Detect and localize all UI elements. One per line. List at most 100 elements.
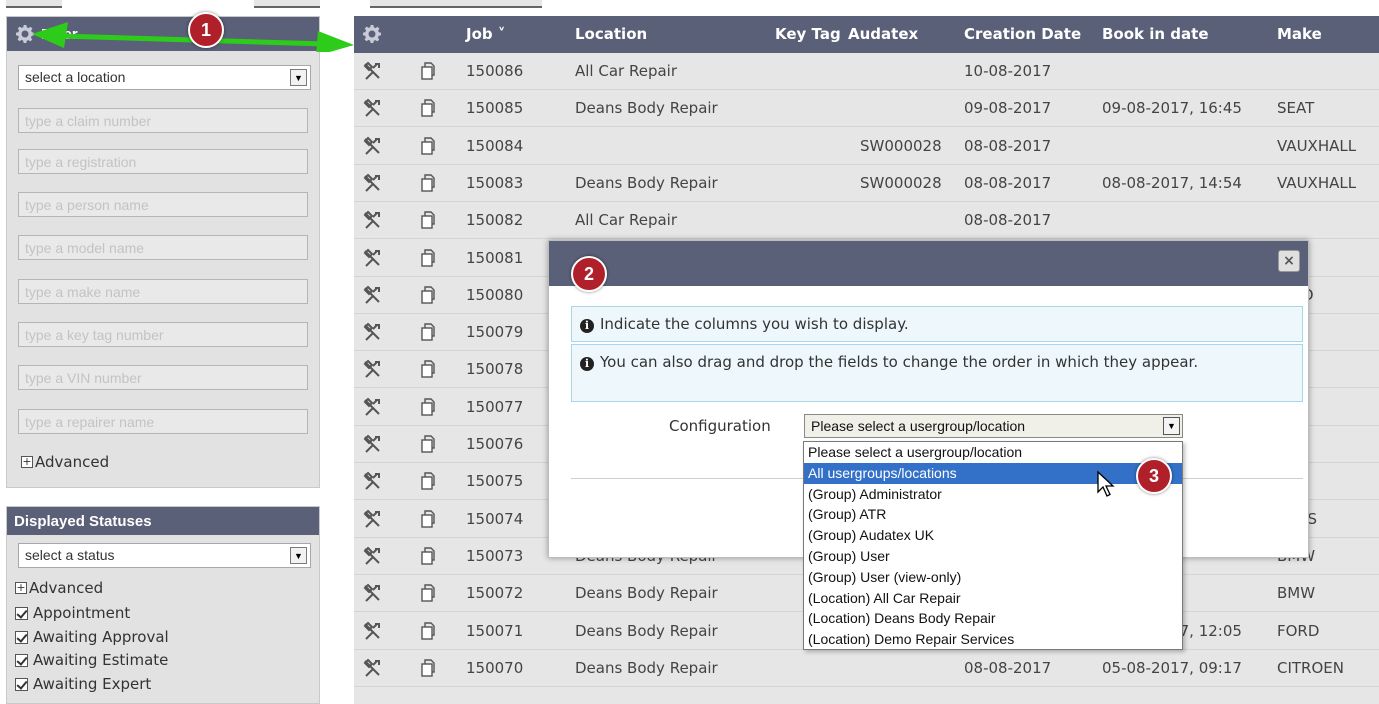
tools-icon[interactable] <box>362 509 382 529</box>
table-row[interactable]: 150085 Deans Body Repair 09-08-2017 09-08-2… <box>354 90 1379 128</box>
copy-icon[interactable] <box>418 322 436 342</box>
chevron-down-icon[interactable]: ▼ <box>1163 417 1180 435</box>
cell-job[interactable]: 150078 <box>466 360 523 378</box>
tools-icon[interactable] <box>362 248 382 268</box>
dropdown-option[interactable]: (Group) User (view-only) <box>804 567 1182 588</box>
status-select[interactable]: select a status ▼ <box>18 543 311 568</box>
cell-job[interactable]: 150075 <box>466 472 523 490</box>
tools-icon[interactable] <box>362 583 382 603</box>
person-name-input[interactable]: type a person name <box>18 192 308 217</box>
copy-icon[interactable] <box>418 397 436 417</box>
column-creation-date[interactable]: Creation Date <box>964 25 1081 43</box>
copy-icon[interactable] <box>418 136 436 156</box>
tools-icon[interactable] <box>362 658 382 678</box>
checkbox[interactable] <box>15 653 28 667</box>
tab-stub[interactable] <box>254 0 320 8</box>
tools-icon[interactable] <box>362 546 382 566</box>
cell-job[interactable]: 150083 <box>466 174 523 192</box>
tools-icon[interactable] <box>362 397 382 417</box>
table-row[interactable]: 150082 All Car Repair 08-08-2017 <box>354 202 1379 240</box>
tools-icon[interactable] <box>362 359 382 379</box>
model-name-input[interactable]: type a model name <box>18 235 308 260</box>
dropdown-option[interactable]: All usergroups/locations <box>804 462 1182 484</box>
close-button[interactable]: × <box>1278 250 1300 272</box>
tab-stub[interactable] <box>6 0 62 8</box>
vin-number-input[interactable]: type a VIN number <box>18 365 308 390</box>
table-row[interactable]: 150084 SW000028 08-08-2017 VAUXHALL <box>354 127 1379 165</box>
dropdown-option[interactable]: (Group) Audatex UK <box>804 525 1182 546</box>
copy-icon[interactable] <box>418 248 436 268</box>
key-tag-input[interactable]: type a key tag number <box>18 322 308 347</box>
cell-job[interactable]: 150071 <box>466 622 523 640</box>
chevron-down-icon[interactable]: ▼ <box>290 69 307 86</box>
cell-job[interactable]: 150077 <box>466 398 523 416</box>
copy-icon[interactable] <box>418 583 436 603</box>
cell-job[interactable]: 150073 <box>466 547 523 565</box>
tab-stub[interactable] <box>370 0 542 8</box>
cell-job[interactable]: 150085 <box>466 99 523 117</box>
tools-icon[interactable] <box>362 434 382 454</box>
cell-job[interactable]: 150084 <box>466 137 523 155</box>
tools-icon[interactable] <box>362 621 382 641</box>
column-book-in-date[interactable]: Book in date <box>1102 25 1209 43</box>
table-row[interactable]: 150070 Deans Body Repair 08-08-2017 05-08-2… <box>354 649 1379 687</box>
tools-icon[interactable] <box>362 61 382 81</box>
column-location[interactable]: Location <box>575 25 647 43</box>
cell-job[interactable]: 150080 <box>466 286 523 304</box>
dropdown-option[interactable]: (Location) All Car Repair <box>804 588 1182 609</box>
cell-job[interactable]: 150081 <box>466 249 523 267</box>
column-job[interactable]: Job ˅ <box>466 25 505 43</box>
copy-icon[interactable] <box>418 471 436 491</box>
dropdown-option[interactable]: (Group) User <box>804 546 1182 567</box>
cell-job[interactable]: 150070 <box>466 659 523 677</box>
status-checkbox-row[interactable]: Appointment <box>15 604 130 622</box>
dropdown-option[interactable]: Please select a usergroup/location <box>804 442 1182 463</box>
copy-icon[interactable] <box>418 359 436 379</box>
table-row[interactable]: 150086 All Car Repair 10-08-2017 <box>354 53 1379 90</box>
advanced-filter-toggle[interactable]: + Advanced <box>21 453 109 471</box>
status-checkbox-row[interactable]: Awaiting Estimate <box>15 651 168 669</box>
copy-icon[interactable] <box>418 621 436 641</box>
copy-icon[interactable] <box>418 285 436 305</box>
make-name-input[interactable]: type a make name <box>18 279 308 304</box>
registration-input[interactable]: type a registration <box>18 149 308 174</box>
dropdown-option[interactable]: (Group) ATR <box>804 504 1182 525</box>
checkbox[interactable] <box>15 677 28 691</box>
column-audatex[interactable]: Audatex <box>848 25 918 43</box>
status-checkbox-row[interactable]: Awaiting Approval <box>15 628 169 646</box>
checkbox[interactable] <box>15 630 28 644</box>
checkbox[interactable] <box>15 606 28 620</box>
configuration-select[interactable]: Please select a usergroup/location ▼ <box>804 414 1183 438</box>
copy-icon[interactable] <box>418 434 436 454</box>
repairer-name-input[interactable]: type a repairer name <box>18 409 308 434</box>
tools-icon[interactable] <box>362 98 382 118</box>
dropdown-option[interactable]: (Location) Deans Body Repair <box>804 608 1182 629</box>
copy-icon[interactable] <box>418 546 436 566</box>
tools-icon[interactable] <box>362 285 382 305</box>
cell-job[interactable]: 150072 <box>466 584 523 602</box>
copy-icon[interactable] <box>418 98 436 118</box>
cell-job[interactable]: 150082 <box>466 211 523 229</box>
tools-icon[interactable] <box>362 210 382 230</box>
copy-icon[interactable] <box>418 173 436 193</box>
copy-icon[interactable] <box>418 210 436 230</box>
chevron-down-icon[interactable]: ▼ <box>290 547 307 564</box>
claim-number-input[interactable]: type a claim number <box>18 108 308 133</box>
dropdown-option[interactable]: (Group) Administrator <box>804 484 1182 505</box>
column-settings-gear-icon[interactable] <box>360 22 384 46</box>
location-select[interactable]: select a location ▼ <box>18 65 311 90</box>
cell-job[interactable]: 150079 <box>466 323 523 341</box>
advanced-status-toggle[interactable]: + Advanced <box>15 579 103 597</box>
table-row[interactable]: 150083 Deans Body Repair SW000028 08-08-201… <box>354 164 1379 202</box>
cell-job[interactable]: 150074 <box>466 510 523 528</box>
status-checkbox-row[interactable]: Awaiting Expert <box>15 675 151 693</box>
tools-icon[interactable] <box>362 322 382 342</box>
tools-icon[interactable] <box>362 173 382 193</box>
column-key-tag[interactable]: Key Tag <box>775 25 841 43</box>
cell-job[interactable]: 150076 <box>466 435 523 453</box>
tools-icon[interactable] <box>362 471 382 491</box>
copy-icon[interactable] <box>418 658 436 678</box>
tools-icon[interactable] <box>362 136 382 156</box>
copy-icon[interactable] <box>418 509 436 529</box>
column-make[interactable]: Make <box>1277 25 1322 43</box>
